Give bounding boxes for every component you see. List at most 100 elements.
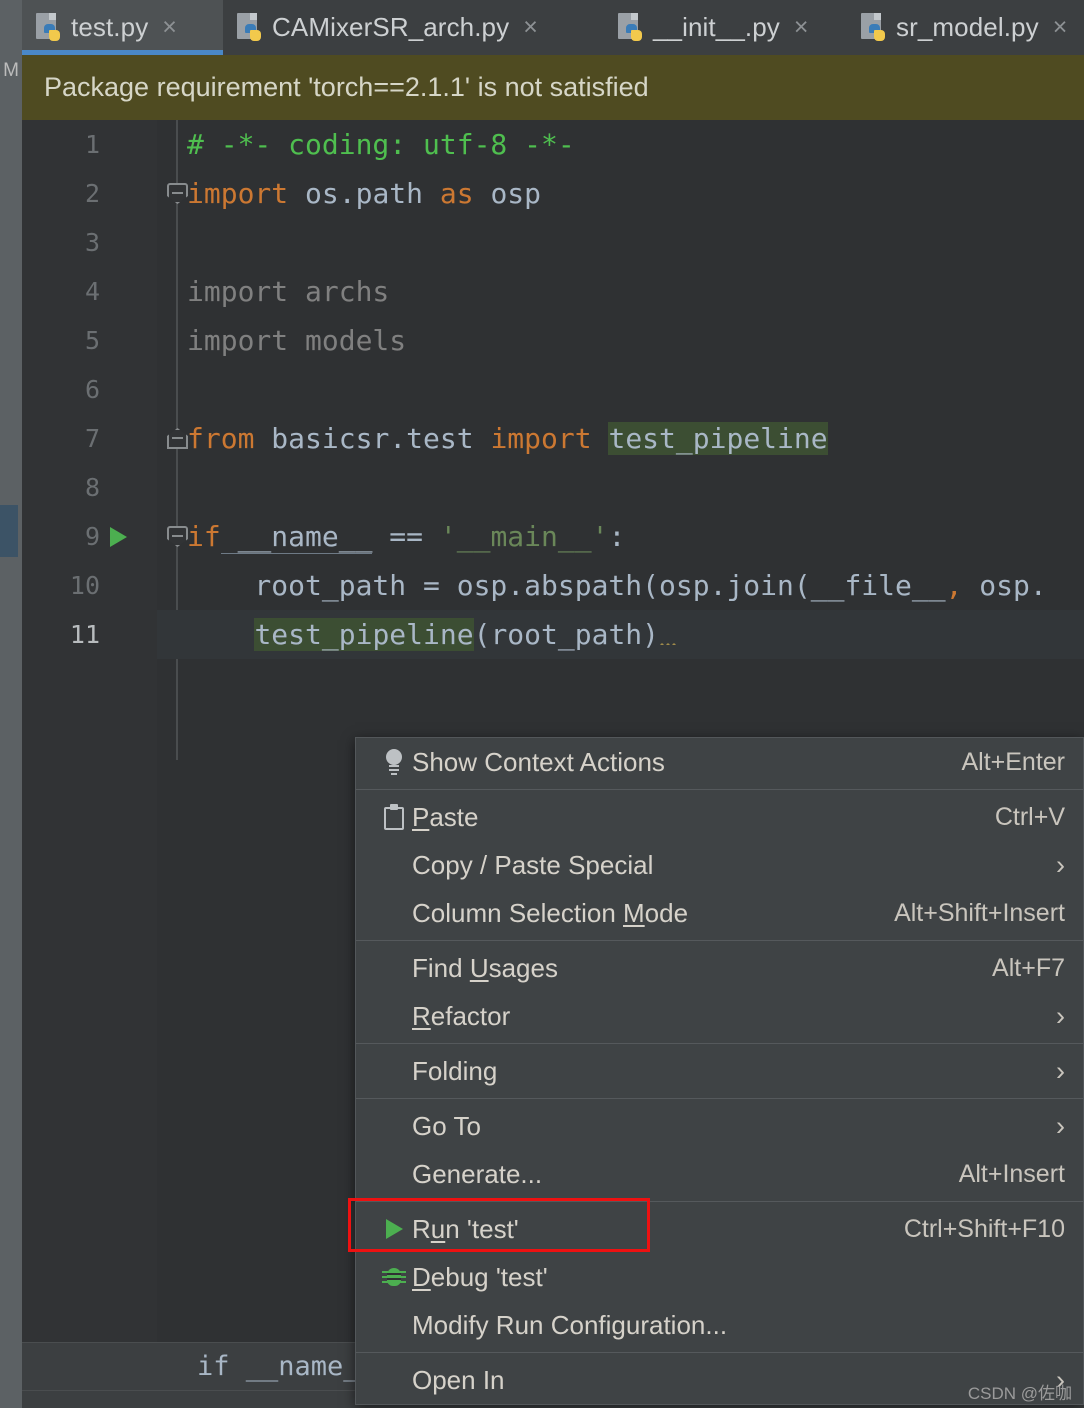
menu-item-generate[interactable]: Generate... Alt+Insert bbox=[356, 1150, 1083, 1198]
menu-item-paste[interactable]: Paste Ctrl+V bbox=[356, 793, 1083, 841]
tab-close-icon[interactable]: × bbox=[523, 15, 538, 40]
editor-tab-bar[interactable]: test.py × CAMixerSR_arch.py × __init__.p… bbox=[22, 0, 1084, 55]
pycharm-window: M test.py × CAMixerSR_arch.py × __init__… bbox=[0, 0, 1084, 1408]
line-number: 10 bbox=[69, 571, 100, 600]
editor-gutter[interactable]: 1 2 3 4 5 6 7 8 9 10 11 bbox=[22, 120, 157, 1342]
keyword-as: as bbox=[439, 177, 474, 210]
code-text-trail: osp. bbox=[962, 569, 1047, 602]
clipboard-icon bbox=[376, 804, 412, 830]
tab-label: test.py bbox=[71, 12, 149, 42]
menu-item-run-test[interactable]: Run 'test' Ctrl+Shift+F10 bbox=[356, 1205, 1083, 1253]
tab-test-py[interactable]: test.py × bbox=[22, 0, 223, 55]
menu-item-label: Copy / Paste Special bbox=[412, 849, 654, 880]
python-file-icon bbox=[618, 13, 644, 42]
lightbulb-icon bbox=[376, 749, 412, 775]
package-requirement-banner[interactable]: Package requirement 'torch==2.1.1' is no… bbox=[22, 55, 1084, 120]
menu-item-label: Debug 'test' bbox=[412, 1261, 548, 1292]
menu-item-find-usages[interactable]: Find Usages Alt+F7 bbox=[356, 944, 1083, 992]
tab-label: CAMixerSR_arch.py bbox=[272, 12, 510, 42]
code-line-5[interactable]: import models bbox=[157, 316, 1084, 365]
menu-item-label: Column Selection Mode bbox=[412, 897, 689, 928]
menu-separator bbox=[356, 940, 1083, 941]
comma: , bbox=[945, 569, 963, 602]
submenu-chevron-right-icon: › bbox=[1056, 1000, 1065, 1031]
menu-item-refactor[interactable]: Refactor › bbox=[356, 992, 1083, 1040]
line-number: 3 bbox=[84, 228, 100, 257]
menu-item-label: Find Usages bbox=[412, 952, 558, 983]
python-file-icon bbox=[36, 13, 62, 42]
menu-item-folding[interactable]: Folding › bbox=[356, 1047, 1083, 1095]
gutter-run-icon[interactable] bbox=[110, 527, 127, 547]
code-line-3[interactable] bbox=[157, 218, 1084, 267]
dunder-name: __name__ bbox=[220, 519, 373, 554]
left-tool-strip[interactable]: M bbox=[0, 0, 22, 1408]
code-line-4[interactable]: import archs bbox=[157, 267, 1084, 316]
code-line-8[interactable] bbox=[157, 463, 1084, 512]
menu-item-label: Generate... bbox=[412, 1158, 543, 1189]
line-number: 6 bbox=[84, 375, 100, 404]
code-line-9[interactable]: if __name__ == '__main__': bbox=[157, 512, 1084, 561]
menu-separator bbox=[356, 1201, 1083, 1202]
menu-item-shortcut: Alt+F7 bbox=[992, 953, 1065, 982]
submenu-chevron-right-icon: › bbox=[1056, 1110, 1065, 1141]
module-path: basicsr.test bbox=[254, 422, 491, 455]
highlighted-identifier-test-pipeline: test_pipeline bbox=[608, 422, 828, 455]
menu-item-column-selection-mode[interactable]: Column Selection Mode Alt+Shift+Insert bbox=[356, 889, 1083, 937]
menu-item-label: Folding bbox=[412, 1055, 498, 1086]
editor-context-menu[interactable]: Show Context Actions Alt+Enter Paste Ctr… bbox=[355, 737, 1084, 1405]
alias-name: osp bbox=[473, 177, 542, 210]
keyword-if: if bbox=[187, 520, 221, 553]
menu-item-go-to[interactable]: Go To › bbox=[356, 1102, 1083, 1150]
run-play-icon bbox=[376, 1219, 412, 1239]
tab-label: __init__.py bbox=[653, 12, 780, 42]
code-line-7[interactable]: from basicsr.test import test_pipeline bbox=[157, 414, 1084, 463]
banner-message: Package requirement 'torch==2.1.1' is no… bbox=[44, 72, 649, 102]
menu-separator bbox=[356, 789, 1083, 790]
line-number-current: 11 bbox=[69, 620, 100, 649]
menu-item-label: Refactor bbox=[412, 1000, 511, 1031]
menu-separator bbox=[356, 1043, 1083, 1044]
menu-item-shortcut: Ctrl+V bbox=[994, 802, 1065, 831]
code-comment: # -*- coding: utf-8 -*- bbox=[187, 128, 575, 161]
menu-item-shortcut: Alt+Insert bbox=[958, 1159, 1065, 1188]
menu-separator bbox=[356, 1098, 1083, 1099]
line-number: 7 bbox=[84, 424, 100, 453]
menu-item-shortcut: Ctrl+Shift+F10 bbox=[903, 1214, 1065, 1243]
python-file-icon bbox=[861, 13, 887, 42]
tab-close-icon[interactable]: × bbox=[1053, 15, 1068, 40]
menu-separator bbox=[356, 1352, 1083, 1353]
menu-item-shortcut: Alt+Shift+Insert bbox=[894, 898, 1065, 927]
line-number: 1 bbox=[84, 130, 100, 159]
code-line-1[interactable]: # -*- coding: utf-8 -*- bbox=[157, 120, 1084, 169]
code-line-11[interactable]: test_pipeline (root_path) bbox=[157, 610, 1084, 659]
menu-item-modify-run-configuration[interactable]: Modify Run Configuration... bbox=[356, 1301, 1083, 1349]
tab-close-icon[interactable]: × bbox=[162, 15, 177, 40]
menu-item-show-context-actions[interactable]: Show Context Actions Alt+Enter bbox=[356, 738, 1083, 786]
tab-label: sr_model.py bbox=[896, 12, 1039, 42]
tab-sr-model-py[interactable]: sr_model.py × bbox=[847, 0, 1084, 55]
warning-squiggle-icon bbox=[659, 621, 687, 649]
highlighted-call-test-pipeline: test_pipeline bbox=[254, 618, 474, 651]
code-line-10[interactable]: root_path = osp.abspath(osp.join(__file_… bbox=[157, 561, 1084, 610]
module-name: os.path bbox=[288, 177, 440, 210]
python-file-icon bbox=[237, 13, 263, 42]
menu-item-shortcut: Alt+Enter bbox=[961, 747, 1065, 776]
menu-item-debug-test[interactable]: Debug 'test' bbox=[356, 1253, 1083, 1301]
menu-item-label: Modify Run Configuration... bbox=[412, 1309, 728, 1340]
tab-init-py[interactable]: __init__.py × bbox=[604, 0, 847, 55]
code-line-2[interactable]: import os.path as osp bbox=[157, 169, 1084, 218]
tab-close-icon[interactable]: × bbox=[794, 15, 809, 40]
code-text: root_path = osp.abspath(osp.join(__file_… bbox=[187, 569, 946, 602]
menu-item-label: Paste bbox=[412, 801, 479, 832]
menu-item-copy-paste-special[interactable]: Copy / Paste Special › bbox=[356, 841, 1083, 889]
left-strip-label: M bbox=[3, 60, 19, 81]
code-line-6[interactable] bbox=[157, 365, 1084, 414]
tab-camixersr-arch-py[interactable]: CAMixerSR_arch.py × bbox=[223, 0, 604, 55]
keyword-from: from bbox=[187, 422, 255, 455]
line-number: 8 bbox=[84, 473, 100, 502]
menu-item-label: Open In bbox=[412, 1364, 505, 1395]
left-strip-selection-marker bbox=[0, 505, 18, 557]
menu-item-label: Show Context Actions bbox=[412, 746, 665, 777]
